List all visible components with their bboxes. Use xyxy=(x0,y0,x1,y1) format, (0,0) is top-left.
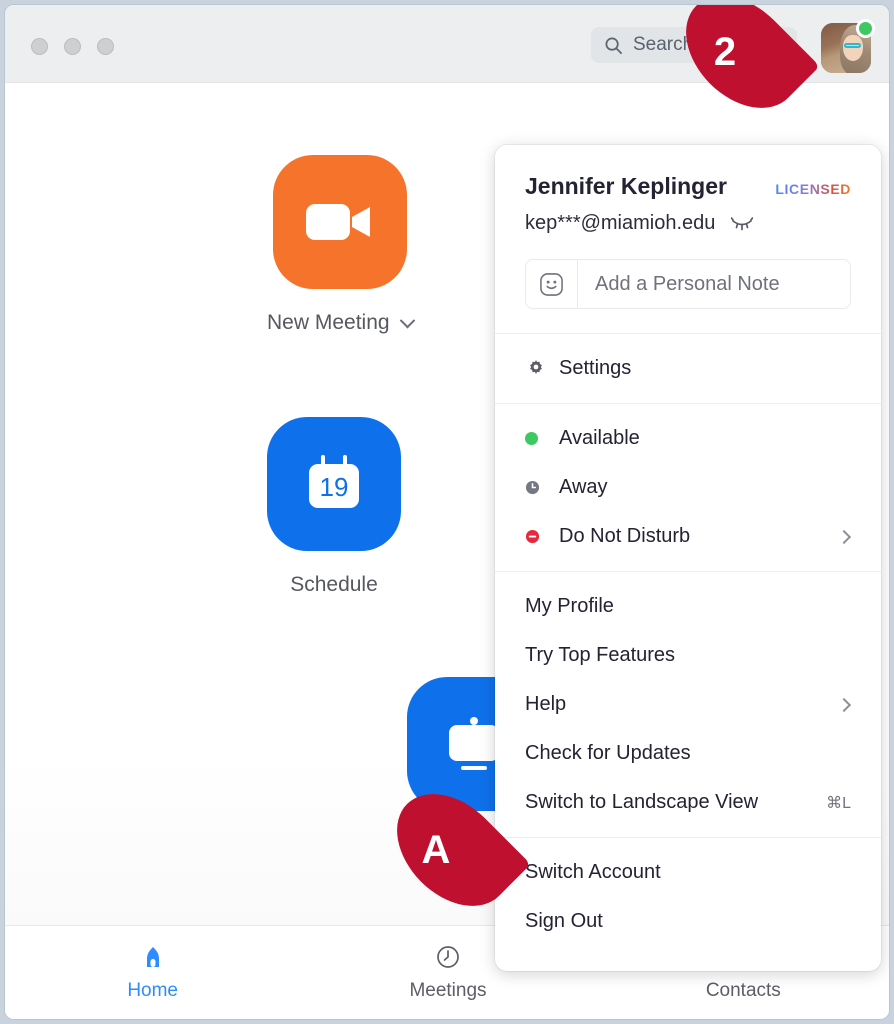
status-badge xyxy=(856,19,875,38)
nav-item-home[interactable]: Home xyxy=(5,926,300,1019)
chevron-down-icon[interactable] xyxy=(399,312,415,328)
profile-header: Jennifer Keplinger LICENSED kep***@miami… xyxy=(495,145,881,235)
shortcut-landscape-view: ⌘L xyxy=(826,793,851,813)
clock-icon xyxy=(434,943,462,971)
license-badge: LICENSED xyxy=(775,181,851,197)
menu-item-check-for-updates[interactable]: Check for Updates xyxy=(495,729,881,778)
new-meeting-label: New Meeting xyxy=(267,311,390,335)
menu-item-do-not-disturb-label: Do Not Disturb xyxy=(559,525,690,548)
nav-item-home-label: Home xyxy=(127,980,178,1002)
calendar-icon: 19 xyxy=(301,451,367,517)
avatar-face xyxy=(843,35,863,61)
presence-group: Available Away xyxy=(495,404,881,571)
menu-item-away-label: Away xyxy=(559,476,608,499)
chevron-right-icon[interactable] xyxy=(837,697,851,711)
spacer xyxy=(495,309,881,333)
callout-marker-2: 2 xyxy=(677,7,807,97)
profile-email-row: kep***@miamioh.edu xyxy=(525,212,851,235)
profile-email: kep***@miamioh.edu xyxy=(525,212,715,235)
menu-item-do-not-disturb[interactable]: Do Not Disturb xyxy=(495,512,881,561)
schedule-label-row: Schedule xyxy=(290,573,378,597)
dot-icon xyxy=(525,432,559,445)
minus-circle-icon xyxy=(525,529,559,544)
profile-name: Jennifer Keplinger xyxy=(525,173,727,200)
personal-note-field[interactable]: Add a Personal Note xyxy=(525,259,851,309)
menu-item-settings-label: Settings xyxy=(559,357,631,380)
settings-group: Settings xyxy=(495,334,881,403)
avatar-glasses xyxy=(844,43,861,48)
menu-item-help-label: Help xyxy=(525,693,566,716)
smiley-icon-box[interactable] xyxy=(526,260,578,308)
nav-item-contacts-label: Contacts xyxy=(706,980,781,1002)
video-camera-icon xyxy=(304,198,376,246)
nav-item-meetings-label: Meetings xyxy=(409,980,486,1002)
session-group: Switch Account Sign Out xyxy=(495,838,881,956)
menu-item-switch-account-label: Switch Account xyxy=(525,861,661,884)
menu-item-try-top-features[interactable]: Try Top Features xyxy=(495,631,881,680)
new-meeting-tile[interactable]: New Meeting xyxy=(267,155,413,335)
home-icon xyxy=(139,943,167,971)
schedule-icon-box[interactable]: 19 xyxy=(267,417,401,551)
new-meeting-icon-box[interactable] xyxy=(273,155,407,289)
menu-item-my-profile-label: My Profile xyxy=(525,595,614,618)
window-traffic-lights xyxy=(31,38,114,55)
clock-icon xyxy=(525,480,559,495)
menu-item-switch-to-landscape-view-label: Switch to Landscape View xyxy=(525,791,758,814)
chevron-right-icon[interactable] xyxy=(837,529,851,543)
menu-item-try-top-features-label: Try Top Features xyxy=(525,644,675,667)
menu-item-available[interactable]: Available xyxy=(495,414,881,463)
personal-note-placeholder: Add a Personal Note xyxy=(578,273,780,296)
minimize-button[interactable] xyxy=(64,38,81,55)
account-group: My Profile Try Top Features Help Check f… xyxy=(495,572,881,837)
user-avatar-button[interactable] xyxy=(821,23,871,73)
menu-item-switch-account[interactable]: Switch Account xyxy=(495,848,881,897)
menu-item-away[interactable]: Away xyxy=(495,463,881,512)
close-button[interactable] xyxy=(31,38,48,55)
menu-item-sign-out-label: Sign Out xyxy=(525,910,603,933)
search-icon xyxy=(604,36,623,55)
maximize-button[interactable] xyxy=(97,38,114,55)
menu-item-my-profile[interactable]: My Profile xyxy=(495,582,881,631)
menu-item-switch-to-landscape-view[interactable]: Switch to Landscape View ⌘L xyxy=(495,778,881,827)
menu-item-settings[interactable]: Settings xyxy=(495,344,881,393)
menu-item-available-label: Available xyxy=(559,427,640,450)
schedule-tile[interactable]: 19 Schedule xyxy=(267,417,401,597)
profile-name-row: Jennifer Keplinger LICENSED xyxy=(525,173,851,200)
marker-label-a: A xyxy=(388,805,484,895)
eye-hidden-icon[interactable] xyxy=(731,217,753,231)
marker-label-2: 2 xyxy=(677,7,773,97)
schedule-label: Schedule xyxy=(290,573,378,597)
zoom-app-window: Search New Meeting xyxy=(4,4,890,1020)
callout-marker-a: A xyxy=(388,805,518,895)
smiley-icon xyxy=(539,272,564,297)
svg-text:19: 19 xyxy=(320,472,349,502)
profile-dropdown-menu: Jennifer Keplinger LICENSED kep***@miami… xyxy=(495,145,881,971)
menu-item-sign-out[interactable]: Sign Out xyxy=(495,897,881,946)
gear-icon xyxy=(525,358,559,380)
menu-item-check-for-updates-label: Check for Updates xyxy=(525,742,691,765)
menu-item-help[interactable]: Help xyxy=(495,680,881,729)
new-meeting-label-row: New Meeting xyxy=(267,311,413,335)
